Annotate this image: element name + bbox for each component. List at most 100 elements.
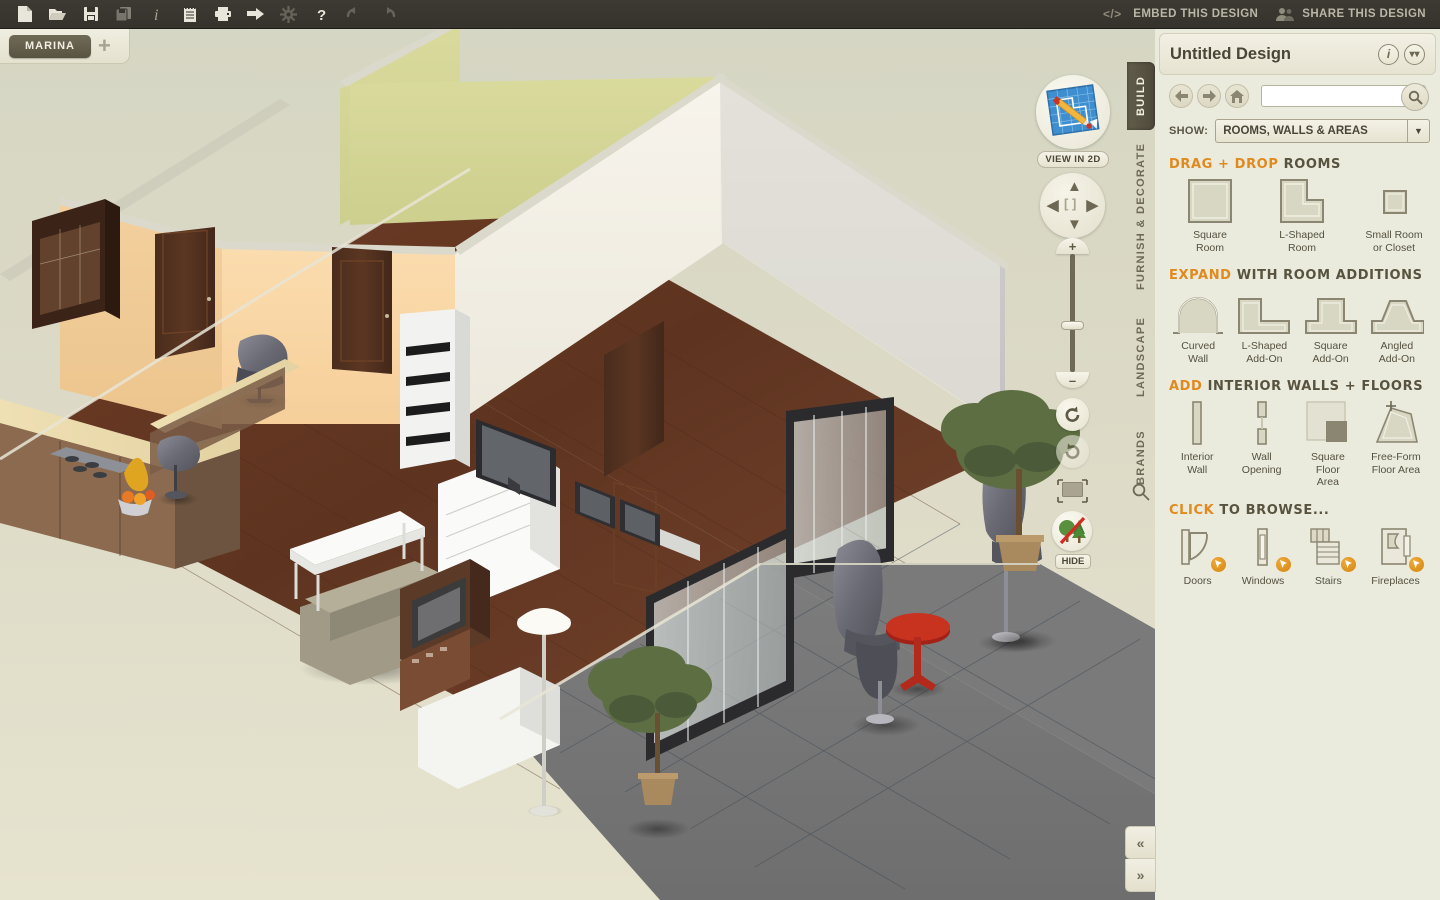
browse-badge[interactable] [1275,556,1291,572]
tool-free-form-floor-area[interactable]: Free-Form Floor Area [1366,400,1426,489]
section-title-accent: ADD [1169,379,1203,394]
wall-opening-icon[interactable] [1252,400,1272,446]
browse-windows[interactable]: Windows [1234,524,1291,588]
nav-back-button[interactable] [1169,84,1193,108]
browse-fireplaces[interactable]: Fireplaces [1365,524,1426,588]
hide-landscape-button[interactable] [1052,511,1092,551]
pan-down-arrow-icon[interactable]: ▼ [1067,217,1082,232]
share-design-button[interactable]: SHARE THIS DESIGN [1276,7,1426,21]
view-in-2d-button[interactable] [1036,75,1110,149]
tool-interior-wall[interactable]: Interior Wall [1169,400,1225,489]
search-submit-button[interactable] [1401,83,1429,111]
tool-l-shaped-addon[interactable]: L-Shaped Add-On [1235,289,1293,365]
tool-square-addon[interactable]: Square Add-On [1302,289,1360,365]
browse-stairs[interactable]: Stairs [1300,524,1357,588]
redo-icon[interactable] [371,1,404,28]
design-canvas-3d[interactable]: VIEW IN 2D ▲ ▼ ◀ ▶ [ ] + – HIDE [0,29,1155,900]
pan-up-arrow-icon[interactable]: ▲ [1067,179,1082,194]
angled-addon-icon[interactable] [1370,289,1424,335]
interior-wall-icon[interactable] [1187,400,1207,446]
new-document-icon[interactable] [8,1,41,28]
collapse-panel-button[interactable]: « [1125,826,1156,859]
sidebar-tab-landscape[interactable]: LANDSCAPE [1127,302,1155,412]
save-as-icon[interactable] [107,1,140,28]
tool-curved-wall[interactable]: Curved Wall [1169,289,1227,365]
pan-left-arrow-icon[interactable]: ◀ [1047,198,1059,213]
view-in-2d-label[interactable]: VIEW IN 2D [1037,151,1109,168]
pan-dpad-control[interactable]: ▲ ▼ ◀ ▶ [ ] [1040,173,1105,238]
help-icon[interactable]: ? [305,1,338,28]
doors-icon[interactable] [1176,524,1226,572]
square-room-icon[interactable] [1187,178,1233,224]
browse-badge[interactable] [1408,556,1424,572]
section-title-rest: WITH ROOM ADDITIONS [1236,268,1423,283]
app-root: i ? </> EMBED THIS DESIGN SHARE THIS DES… [0,0,1440,900]
tool-square-room[interactable]: Square Room [1179,178,1241,254]
tool-square-floor-area[interactable]: Square Floor Area [1298,400,1358,489]
fullscreen-view-button[interactable] [1055,477,1090,505]
arrow-right-icon [1202,90,1216,102]
hide-landscape-control[interactable]: HIDE [1052,511,1094,569]
nav-forward-button[interactable] [1197,84,1221,108]
nav-home-button[interactable] [1225,84,1249,108]
cursor-arrow-icon [1412,559,1420,568]
tool-l-shaped-room[interactable]: L-Shaped Room [1271,178,1333,254]
notes-icon[interactable] [173,1,206,28]
rotate-right-button[interactable] [1056,435,1089,468]
panel-collapse-chevron-icon[interactable]: ▾▾ [1404,43,1425,65]
tool-label: Windows [1241,574,1285,587]
zoom-slider-track[interactable] [1070,254,1075,372]
stairs-icon[interactable] [1306,524,1357,572]
view-in-2d-control[interactable]: VIEW IN 2D [1036,75,1110,168]
search-input[interactable] [1262,86,1399,106]
zoom-in-button[interactable]: + [1056,238,1089,254]
print-icon[interactable] [206,1,239,28]
expand-panel-button[interactable]: » [1125,859,1156,892]
l-shaped-addon-icon[interactable] [1237,289,1291,335]
tool-small-room-closet[interactable]: Small Room or Closet [1363,178,1425,254]
recenter-brackets-icon[interactable]: [ ] [1064,197,1076,210]
chevron-down-icon[interactable]: ▼ [1407,120,1429,142]
document-tab-marina[interactable]: MARINA [9,34,91,58]
sidebar-tab-build[interactable]: BUILD [1127,62,1155,130]
sidebar-tab-furnish-decorate[interactable]: FURNISH & DECORATE [1127,136,1155,296]
free-form-floor-area-icon[interactable] [1371,400,1421,446]
tool-wall-opening[interactable]: Wall Opening [1233,400,1289,489]
undo-icon[interactable] [338,1,371,28]
browse-badge[interactable] [1341,556,1357,572]
browse-badge[interactable] [1210,556,1226,572]
section-click-to-browse: CLICK TO BROWSE... Doors Windows Stairs … [1155,489,1440,588]
tool-angled-addon[interactable]: Angled Add-On [1368,289,1426,365]
add-document-tab-button[interactable]: + [98,35,111,57]
l-shaped-room-icon[interactable] [1279,178,1325,224]
open-folder-icon[interactable] [41,1,74,28]
fireplaces-icon[interactable] [1374,524,1424,572]
zoom-slider-thumb[interactable] [1061,321,1084,330]
save-icon[interactable] [74,1,107,28]
top-toolbar: i ? </> EMBED THIS DESIGN SHARE THIS DES… [0,0,1440,29]
section-title-rest: ROOMS [1283,157,1342,172]
pan-right-arrow-icon[interactable]: ▶ [1086,198,1098,213]
export-icon[interactable] [239,1,272,28]
zoom-slider-control[interactable]: + – [1056,238,1089,388]
section-title-accent: EXPAND [1169,268,1232,283]
curved-wall-icon[interactable] [1171,289,1225,335]
browse-doors[interactable]: Doors [1169,524,1226,588]
section-title-rest: TO BROWSE... [1219,502,1330,518]
info-icon[interactable]: i [140,1,173,28]
rotate-left-button[interactable] [1056,398,1089,431]
hide-label[interactable]: HIDE [1054,554,1092,569]
windows-icon[interactable] [1241,524,1291,572]
zoom-out-button[interactable]: – [1056,372,1089,388]
panel-search-field[interactable] [1261,83,1429,111]
tool-label: Small Room or Closet [1365,229,1423,254]
sidebar-search-icon[interactable] [1131,482,1151,502]
show-filter-select[interactable]: ROOMS, WALLS & AREAS ▼ [1215,119,1430,143]
design-info-icon[interactable]: i [1378,43,1399,65]
embed-design-button[interactable]: </> EMBED THIS DESIGN [1103,8,1258,20]
square-addon-icon[interactable] [1304,289,1358,335]
settings-gear-icon[interactable] [272,1,305,28]
tool-label: Fireplaces [1371,574,1420,587]
square-floor-area-icon[interactable] [1305,400,1351,446]
small-room-icon[interactable] [1371,178,1417,224]
